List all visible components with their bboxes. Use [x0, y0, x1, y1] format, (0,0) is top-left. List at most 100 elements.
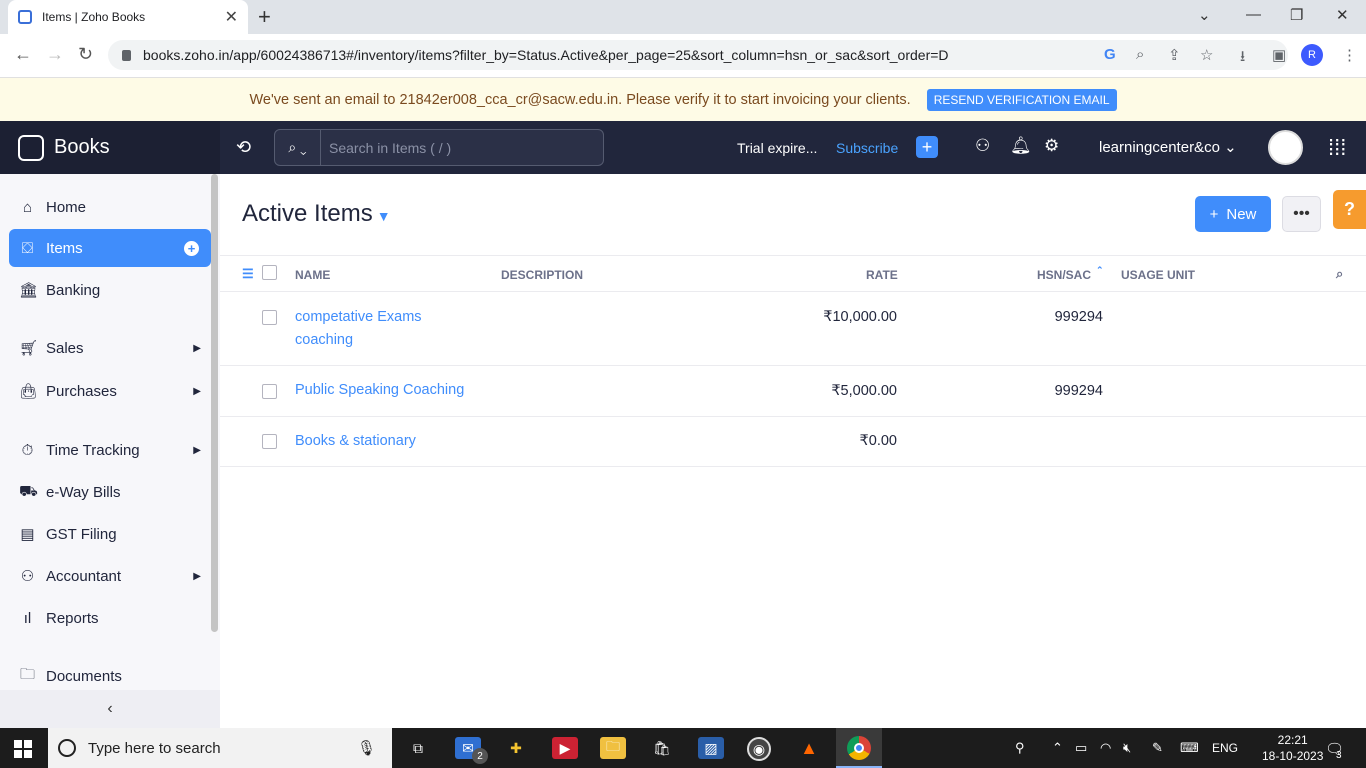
app-plus-icon[interactable]: ✚ — [503, 737, 529, 759]
item-hsn: 999294 — [1054, 383, 1103, 399]
profile-avatar[interactable]: R — [1301, 44, 1323, 66]
pen-icon[interactable]: ✎ — [1152, 740, 1163, 756]
column-header-rate[interactable]: RATE — [866, 268, 898, 282]
wifi-icon[interactable]: ◠ — [1100, 740, 1111, 756]
system-clock[interactable]: 22:21 18-10-2023 — [1262, 732, 1323, 764]
organization-switcher[interactable]: learningcenter&co ⌄ — [1099, 138, 1237, 156]
column-header-hsn-sac[interactable]: HSN/SAC — [1037, 268, 1091, 282]
reload-icon[interactable]: ↻ — [78, 44, 93, 65]
resend-verification-button[interactable]: RESEND VERIFICATION EMAIL — [926, 88, 1117, 111]
trial-status[interactable]: Trial expire... — [737, 140, 817, 156]
sidebar-scrollbar[interactable] — [211, 174, 218, 632]
row-checkbox[interactable] — [262, 310, 277, 325]
search-icon[interactable]: ⌕ ⌄ — [275, 130, 321, 165]
close-tab-icon[interactable]: ✕ — [225, 7, 238, 27]
add-item-icon[interactable]: + — [184, 240, 199, 256]
forward-arrow-icon[interactable]: → — [46, 44, 64, 65]
download-icon[interactable]: ⭳ — [1240, 46, 1245, 71]
back-arrow-icon[interactable]: ← — [14, 44, 32, 65]
browser-tab[interactable]: Items | Zoho Books ✕ — [8, 0, 248, 34]
chrome-taskbar-button[interactable] — [836, 728, 882, 768]
item-name-link[interactable]: Books & stationary — [295, 430, 515, 453]
windows-start-icon[interactable] — [14, 740, 32, 758]
item-name-link[interactable]: competative Exams coaching — [295, 306, 495, 352]
more-options-button[interactable]: ••• — [1282, 196, 1321, 232]
column-header-usage-unit[interactable]: USAGE UNIT — [1121, 268, 1195, 282]
bag-icon: 👜︎ — [19, 383, 39, 400]
select-all-checkbox[interactable] — [262, 265, 277, 280]
notifications-bell-icon[interactable]: 🔔︎ — [1010, 136, 1032, 156]
tab-search-chevron-icon[interactable]: ⌄ — [1198, 6, 1211, 24]
collapse-sidebar-button[interactable]: ‹ — [0, 690, 220, 728]
user-avatar[interactable] — [1268, 130, 1303, 165]
sidebar-item-time-tracking[interactable]: ⏱︎ Time Tracking ▶ — [9, 431, 211, 469]
taskbar-search-input[interactable]: Type here to search 🎙︎ — [48, 728, 392, 768]
sidebar-item-accountant[interactable]: ⚇ Accountant ▶ — [9, 557, 211, 595]
volume-muted-icon[interactable]: 🔇︎ — [1123, 740, 1131, 756]
sidebar-item-reports[interactable]: ıl Reports — [9, 599, 211, 637]
search-input[interactable]: ⌕ ⌄ Search in Items ( / ) — [274, 129, 604, 166]
keyboard-icon[interactable]: ⌨ — [1180, 740, 1199, 756]
share-icon[interactable]: ⇪ — [1168, 46, 1181, 64]
org-name: learningcenter&co — [1099, 139, 1220, 156]
settings-gear-icon[interactable]: ⚙ — [1044, 136, 1059, 156]
brand[interactable]: Books — [0, 121, 220, 174]
battery-icon[interactable]: ▭ — [1075, 740, 1087, 756]
language-indicator[interactable]: ENG — [1212, 741, 1238, 755]
row-checkbox[interactable] — [262, 434, 277, 449]
close-window-icon[interactable]: ✕ — [1336, 6, 1349, 24]
task-view-icon[interactable]: ⧉ — [405, 737, 431, 759]
sidebar-item-label: e-Way Bills — [46, 483, 121, 501]
zoom-icon[interactable]: ⌕ — [1136, 46, 1144, 63]
media-app-icon[interactable]: ▶ — [552, 737, 578, 759]
table-row[interactable]: competative Exams coaching ₹10,000.00 99… — [220, 292, 1366, 366]
minimize-icon[interactable]: — — [1246, 6, 1261, 23]
subscribe-link[interactable]: Subscribe — [836, 140, 898, 156]
table-search-icon[interactable]: ⌕ — [1336, 266, 1343, 282]
dvd-player-icon[interactable]: ◉ — [747, 737, 771, 761]
column-header-name[interactable]: NAME — [295, 268, 330, 282]
store-icon[interactable]: 🛍︎ — [649, 737, 675, 759]
mail-badge: 2 — [472, 748, 488, 764]
people-icon[interactable]: ⚲ — [1015, 740, 1025, 756]
item-name-link[interactable]: Public Speaking Coaching — [295, 379, 515, 402]
sidebar-item-items[interactable]: ⛋ Items + — [9, 229, 211, 267]
browser-menu-icon[interactable]: ⋮ — [1342, 46, 1357, 64]
sidebar-item-banking[interactable]: 🏛︎ Banking — [9, 271, 211, 309]
bookmark-star-icon[interactable]: ☆ — [1200, 46, 1213, 64]
sidebar-item-sales[interactable]: 🛒︎ Sales ▶ — [9, 329, 211, 367]
restore-icon[interactable]: ❐ — [1290, 6, 1303, 24]
photos-icon[interactable]: ▨ — [698, 737, 724, 759]
expand-arrow-icon: ▶ — [193, 385, 201, 397]
sidebar-item-label: Reports — [46, 609, 99, 627]
table-row[interactable]: Books & stationary ₹0.00 — [220, 417, 1366, 467]
sort-icon[interactable]: ⌃ — [1096, 265, 1104, 276]
ellipsis-icon: ••• — [1293, 205, 1310, 222]
microphone-icon[interactable]: 🎙︎ — [357, 739, 376, 757]
sidebar-item-home[interactable]: ⌂ Home — [9, 188, 211, 226]
zoho-books-favicon-icon — [18, 10, 32, 24]
sidebar-item-gst-filing[interactable]: ▤ GST Filing — [9, 515, 211, 553]
file-explorer-icon[interactable]: 🗀 — [600, 737, 626, 759]
quick-create-button[interactable]: + — [916, 136, 938, 158]
column-header-description[interactable]: DESCRIPTION — [501, 268, 583, 282]
recent-history-icon[interactable]: ⟲ — [236, 137, 251, 158]
show-hidden-icons-icon[interactable]: ⌃ — [1052, 740, 1063, 756]
vlc-icon[interactable]: ▲ — [796, 737, 822, 759]
users-icon[interactable]: ⚇ — [975, 136, 990, 156]
page-title[interactable]: Active Items ▼ — [242, 200, 391, 228]
new-item-button[interactable]: + New — [1195, 196, 1271, 232]
sidebar-item-label: Banking — [46, 281, 101, 299]
table-row[interactable]: Public Speaking Coaching ₹5,000.00 99929… — [220, 366, 1366, 417]
search-placeholder: Search in Items ( / ) — [329, 139, 452, 156]
column-chooser-icon[interactable]: ☰ — [242, 266, 254, 282]
sidebar-item-purchases[interactable]: 👜︎ Purchases ▶ — [9, 372, 211, 410]
sidebar-item-eway-bills[interactable]: ⛟ e-Way Bills — [9, 473, 211, 511]
app-grid-icon[interactable]: ⁞⁞⁞ — [1328, 135, 1346, 161]
row-checkbox[interactable] — [262, 384, 277, 399]
new-tab-icon[interactable]: + — [258, 4, 271, 30]
help-button[interactable]: ? — [1333, 190, 1366, 229]
google-icon[interactable]: G — [1104, 46, 1116, 63]
books-logo-icon — [18, 134, 44, 161]
side-panel-icon[interactable]: ▣ — [1272, 46, 1286, 64]
